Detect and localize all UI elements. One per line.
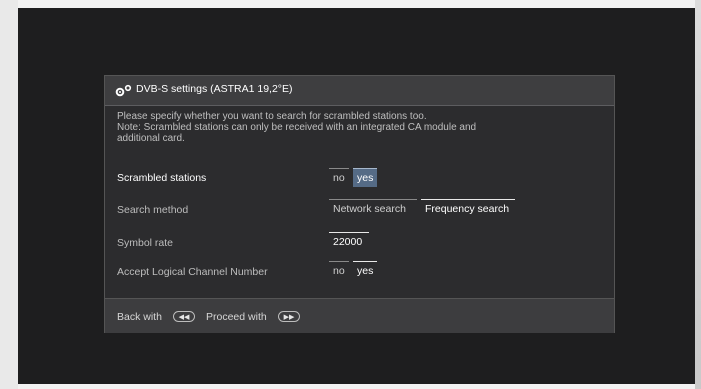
tv-frame: DVB-S settings (ASTRA1 19,2°E) Please sp… xyxy=(18,0,701,389)
dialog-content: Please specify whether you want to searc… xyxy=(105,106,614,298)
settings-gear-icon xyxy=(115,84,132,97)
symbol-rate-label: Symbol rate xyxy=(117,237,174,249)
message-line-2: Note: Scrambled stations can only be rec… xyxy=(117,122,477,133)
tv-screen: DVB-S settings (ASTRA1 19,2°E) Please sp… xyxy=(18,8,695,384)
search-method-label: Search method xyxy=(117,204,189,216)
network-search-option[interactable]: Network search xyxy=(329,199,417,218)
fast-forward-icon[interactable]: ▶▶ xyxy=(278,311,300,322)
lcn-no-option[interactable]: no xyxy=(329,261,349,280)
scrambled-stations-label: Scrambled stations xyxy=(117,172,207,184)
dialog-footer: Back with ◀◀ Proceed with ▶▶ xyxy=(105,298,614,333)
lcn-label: Accept Logical Channel Number xyxy=(117,266,268,278)
lcn-yes-option[interactable]: yes xyxy=(353,261,378,280)
message-line-1: Please specify whether you want to searc… xyxy=(117,111,427,122)
back-label: Back with xyxy=(117,311,162,323)
rewind-icon[interactable]: ◀◀ xyxy=(173,311,195,322)
message-line-3: additional card. xyxy=(117,133,185,144)
proceed-label: Proceed with xyxy=(206,311,267,323)
dialog-title-bar: DVB-S settings (ASTRA1 19,2°E) xyxy=(105,76,614,106)
dialog-title: DVB-S settings (ASTRA1 19,2°E) xyxy=(136,83,293,95)
scrambled-yes-option[interactable]: yes xyxy=(353,168,378,187)
frequency-search-option[interactable]: Frequency search xyxy=(421,199,515,218)
settings-dialog: DVB-S settings (ASTRA1 19,2°E) Please sp… xyxy=(104,75,615,333)
scrambled-no-option[interactable]: no xyxy=(329,168,349,187)
tv-bezel-edge xyxy=(695,0,701,389)
symbol-rate-value[interactable]: 22000 xyxy=(329,232,369,251)
